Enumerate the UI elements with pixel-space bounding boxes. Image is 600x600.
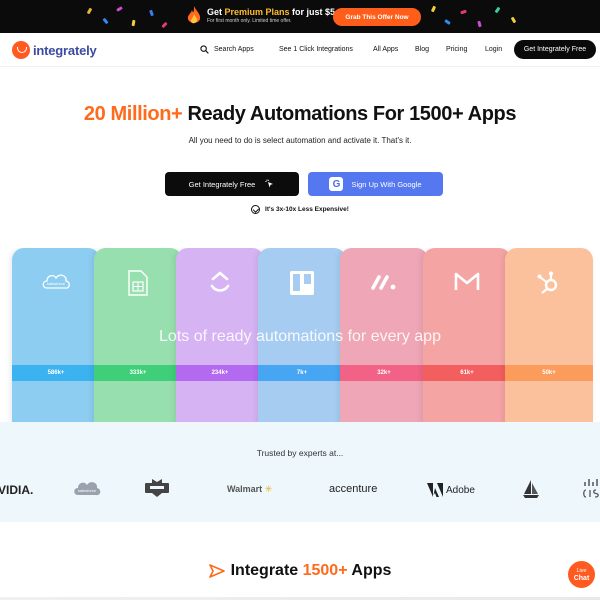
salesforce-icon: salesforce bbox=[42, 274, 70, 289]
get-integrately-free-button[interactable]: Get Integrately Free bbox=[165, 172, 299, 196]
confetti bbox=[477, 20, 482, 28]
ship-logo bbox=[522, 480, 540, 503]
confetti bbox=[102, 17, 109, 25]
promo-subtext: For first month only. Limited time offer… bbox=[207, 18, 292, 24]
gmail-icon bbox=[454, 272, 480, 290]
automation-count: 50k+ bbox=[505, 365, 593, 381]
trusted-title: Trusted by experts at... bbox=[256, 448, 344, 458]
app-cards: salesforce 586k+ 333k+ 234k+ 7k+ 32k+ 61… bbox=[0, 248, 600, 422]
main-nav: integrately Search Apps See 1 Click Inte… bbox=[0, 33, 600, 67]
nav-link-pricing[interactable]: Pricing bbox=[446, 46, 467, 53]
nvidia-logo: VIDIA. bbox=[0, 483, 34, 497]
walmart-logo: Walmart ✳ bbox=[227, 484, 273, 494]
nav-link-login[interactable]: Login bbox=[485, 46, 502, 53]
confetti bbox=[149, 9, 154, 17]
monday-icon bbox=[371, 275, 396, 290]
promo-headline: Get Premium Plans for just $5 bbox=[207, 7, 336, 17]
hubspot-icon bbox=[537, 271, 558, 294]
hero-subtitle: All you need to do is select automation … bbox=[188, 136, 412, 145]
automation-count: 32k+ bbox=[340, 365, 428, 381]
google-signup-label: Sign Up With Google bbox=[351, 179, 422, 189]
automation-count: 61k+ bbox=[423, 365, 511, 381]
cisco-logo bbox=[583, 478, 600, 505]
confetti bbox=[430, 5, 437, 13]
integrate-title: Integrate 1500+ Apps bbox=[230, 562, 392, 579]
confetti bbox=[161, 21, 168, 29]
clickup-icon bbox=[210, 271, 230, 292]
live-chat-button[interactable]: Live Chat bbox=[568, 561, 595, 588]
confetti bbox=[510, 16, 517, 24]
live-chat-line2: Chat bbox=[573, 575, 590, 582]
confetti bbox=[444, 19, 451, 25]
search-apps-link[interactable]: Search Apps bbox=[214, 46, 254, 53]
confetti bbox=[116, 6, 123, 12]
automation-count: 7k+ bbox=[258, 365, 346, 381]
cards-caption: Lots of ready automations for every app bbox=[159, 328, 441, 345]
automation-count: 234k+ bbox=[176, 365, 264, 381]
google-signup-button[interactable]: G Sign Up With Google bbox=[308, 172, 443, 196]
search-icon[interactable] bbox=[200, 45, 209, 54]
cheaper-note: It's 3x-10x Less Expensive! bbox=[0, 205, 600, 214]
integrate-heading: Integrate 1500+ Apps bbox=[0, 562, 600, 580]
salesforce-wordmark: salesforce bbox=[47, 281, 66, 286]
flame-icon bbox=[187, 6, 201, 24]
salesforce-logo: salesforce bbox=[73, 478, 101, 503]
confetti bbox=[460, 9, 467, 15]
adobe-logo: Adobe bbox=[427, 483, 475, 497]
logo-text: integrately bbox=[33, 42, 97, 58]
salesforce-brand-text: salesforce bbox=[78, 488, 97, 493]
nav-get-free-button[interactable]: Get Integrately Free bbox=[514, 40, 596, 59]
get-free-label: Get Integrately Free bbox=[188, 179, 256, 189]
logo[interactable]: integrately bbox=[12, 41, 97, 59]
accenture-logo: accenture bbox=[329, 483, 378, 495]
hero-title: 20 Million+ Ready Automations For 1500+ … bbox=[83, 103, 517, 125]
nav-link-blog[interactable]: Blog bbox=[415, 46, 429, 53]
live-chat-line1: Live bbox=[576, 568, 587, 574]
adobe-icon bbox=[427, 483, 443, 497]
grab-offer-button[interactable]: Grab This Offer Now bbox=[333, 8, 421, 26]
nav-link-all-apps[interactable]: All Apps bbox=[373, 46, 398, 53]
logo-icon bbox=[12, 41, 30, 59]
promo-message: Get Premium Plans for just $5 For first … bbox=[187, 6, 335, 26]
send-arrow-icon bbox=[208, 564, 225, 578]
automation-count: 586k+ bbox=[12, 365, 100, 381]
adobe-text: Adobe bbox=[446, 484, 475, 496]
trusted-section: Trusted by experts at... VIDIA. salesfor… bbox=[0, 422, 600, 522]
check-circle-icon bbox=[251, 205, 261, 214]
trello-icon bbox=[290, 271, 314, 295]
emblem-logo bbox=[142, 478, 172, 503]
nav-link-integrations[interactable]: See 1 Click Integrations bbox=[279, 46, 353, 53]
confetti bbox=[86, 7, 93, 15]
confetti bbox=[131, 19, 136, 27]
google-icon: G bbox=[329, 177, 344, 191]
cheaper-text: It's 3x-10x Less Expensive! bbox=[265, 206, 349, 213]
google-sheets-icon bbox=[128, 270, 148, 296]
confetti bbox=[494, 6, 501, 14]
automation-count: 333k+ bbox=[94, 365, 182, 381]
promo-bar: Get Premium Plans for just $5 For first … bbox=[0, 0, 600, 33]
sparkle-cursor-icon bbox=[265, 179, 274, 188]
